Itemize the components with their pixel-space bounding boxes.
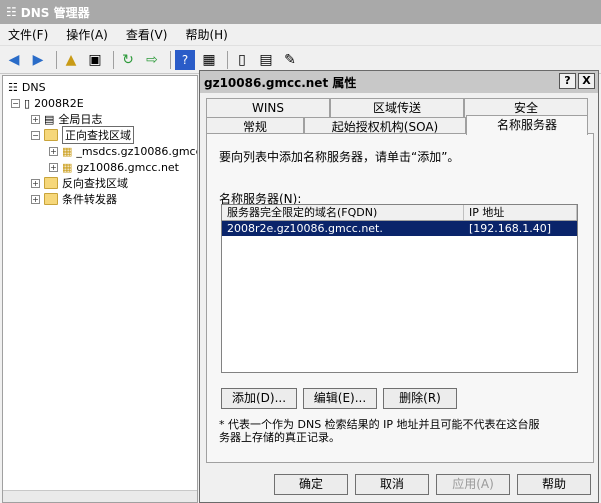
collapse-icon[interactable]: − <box>31 130 40 140</box>
expand-icon[interactable]: + <box>31 114 40 124</box>
tree-item-dns[interactable]: ☷ DNS <box>8 79 46 95</box>
column-fqdn[interactable]: 服务器完全限定的域名(FQDN) <box>222 205 464 220</box>
show-tree-icon[interactable]: ▣ <box>85 50 105 70</box>
window-titlebar: ☷ DNS 管理器 <box>0 0 601 24</box>
toolbar-separator <box>56 50 57 69</box>
tree-label: 正向查找区域 <box>62 126 134 144</box>
toolbar-separator <box>113 50 114 69</box>
dns-icon: ☷ <box>8 80 18 94</box>
zone-icon: ▦ <box>62 160 73 174</box>
cancel-button[interactable]: 取消 <box>355 474 429 495</box>
tree-label: gz10086.gmcc.net <box>76 160 179 174</box>
note-line-2: 务器上存储的真正记录。 <box>219 431 340 444</box>
toolbar-separator <box>170 50 171 69</box>
tree-item-reverse-zones[interactable]: + 反向查找区域 <box>31 175 128 191</box>
tab-wins[interactable]: WINS <box>206 98 330 117</box>
forward-arrow-icon[interactable]: ▶ <box>28 50 48 70</box>
tree-label: _msdcs.gz10086.gmcc <box>76 144 198 158</box>
close-button[interactable]: X <box>578 73 595 89</box>
tree-item-zone-msdcs[interactable]: + ▦ _msdcs.gz10086.gmcc <box>49 143 198 159</box>
apply-button[interactable]: 应用(A) <box>436 474 510 495</box>
expand-icon[interactable]: + <box>31 194 40 204</box>
tree-item-zone-gz10086[interactable]: + ▦ gz10086.gmcc.net <box>49 159 179 175</box>
note-line-1: * 代表一个作为 DNS 检索结果的 IP 地址并且可能不代表在这台服 <box>219 418 540 431</box>
remove-button[interactable]: 删除(R) <box>383 388 457 409</box>
name-server-list[interactable]: 服务器完全限定的域名(FQDN) IP 地址 2008r2e.gz10086.g… <box>221 204 578 373</box>
table-row[interactable]: 2008r2e.gz10086.gmcc.net. [192.168.1.40] <box>222 221 577 236</box>
expand-icon[interactable]: + <box>31 178 40 188</box>
up-folder-icon[interactable]: ▲ <box>61 50 81 70</box>
row-fqdn: 2008r2e.gz10086.gmcc.net. <box>227 222 383 235</box>
tree-label: 全局日志 <box>58 113 103 126</box>
help-button[interactable]: ? <box>559 73 576 89</box>
expand-icon[interactable]: + <box>49 162 58 172</box>
menu-file[interactable]: 文件(F) <box>8 26 48 43</box>
console-tree: ☷ DNS − ▯ 2008R2E + ▤ 全局日志 − 正向查找区域 + ▦ … <box>2 75 198 503</box>
menu-view[interactable]: 查看(V) <box>126 26 168 43</box>
ok-button[interactable]: 确定 <box>274 474 348 495</box>
tree-item-forward-zones[interactable]: − 正向查找区域 <box>31 126 134 144</box>
collapse-icon[interactable]: − <box>11 98 20 108</box>
folder-icon <box>44 193 58 205</box>
tab-zone-transfers[interactable]: 区域传送 <box>330 98 464 117</box>
folder-icon <box>44 129 58 141</box>
window-title: DNS 管理器 <box>20 5 90 20</box>
row-ip: [192.168.1.40] <box>469 222 552 235</box>
instruction-text: 要向列表中添加名称服务器，请单击“添加”。 <box>219 150 460 164</box>
list-header: 服务器完全限定的域名(FQDN) IP 地址 <box>222 205 577 221</box>
tree-label: 条件转发器 <box>62 193 117 206</box>
help-icon[interactable]: ? <box>175 49 195 70</box>
folder-icon <box>44 177 58 189</box>
edit-button[interactable]: 编辑(E)... <box>303 388 377 409</box>
tree-label: 反向查找区域 <box>62 177 128 190</box>
menu-bar: 文件(F) 操作(A) 查看(V) 帮助(H) <box>0 24 601 46</box>
menu-action[interactable]: 操作(A) <box>66 26 108 43</box>
back-arrow-icon[interactable]: ◀ <box>4 50 24 70</box>
column-ip[interactable]: IP 地址 <box>464 205 577 220</box>
tree-label: DNS <box>21 80 46 94</box>
horizontal-scrollbar[interactable] <box>3 490 197 502</box>
list-icon[interactable]: ▤ <box>256 50 276 70</box>
properties-dialog: gz10086.gmcc.net 属性 ? X WINS 区域传送 安全 常规 … <box>199 70 599 503</box>
server-icon: ▯ <box>24 96 31 110</box>
tree-item-global-log[interactable]: + ▤ 全局日志 <box>31 111 102 127</box>
add-button[interactable]: 添加(D)... <box>221 388 297 409</box>
log-icon: ▤ <box>44 112 55 126</box>
dialog-title: gz10086.gmcc.net 属性 <box>204 75 357 90</box>
expand-icon[interactable]: + <box>49 146 58 156</box>
tab-name-servers[interactable]: 名称服务器 <box>466 115 588 135</box>
export-icon[interactable]: ⇨ <box>142 50 162 70</box>
refresh-icon[interactable]: ↻ <box>118 50 138 70</box>
note-icon[interactable]: ✎ <box>280 50 300 70</box>
toolbar-separator <box>227 50 228 69</box>
name-servers-panel: 要向列表中添加名称服务器，请单击“添加”。 名称服务器(N): 服务器完全限定的… <box>206 133 594 463</box>
tree-item-server[interactable]: − ▯ 2008R2E <box>11 95 84 111</box>
dialog-titlebar: gz10086.gmcc.net 属性 ? X <box>200 71 598 93</box>
server-icon[interactable]: ▯ <box>232 50 252 70</box>
properties-icon[interactable]: ▦ <box>199 50 219 70</box>
menu-help[interactable]: 帮助(H) <box>185 26 227 43</box>
note-text: * 代表一个作为 DNS 检索结果的 IP 地址并且可能不代表在这台服 务器上存… <box>219 418 589 444</box>
help-dialog-button[interactable]: 帮助 <box>517 474 591 495</box>
zone-icon: ▦ <box>62 144 73 158</box>
tree-label: 2008R2E <box>34 96 84 110</box>
tree-item-conditional-forwarders[interactable]: + 条件转发器 <box>31 191 117 207</box>
dns-app-icon: ☷ <box>6 5 17 19</box>
